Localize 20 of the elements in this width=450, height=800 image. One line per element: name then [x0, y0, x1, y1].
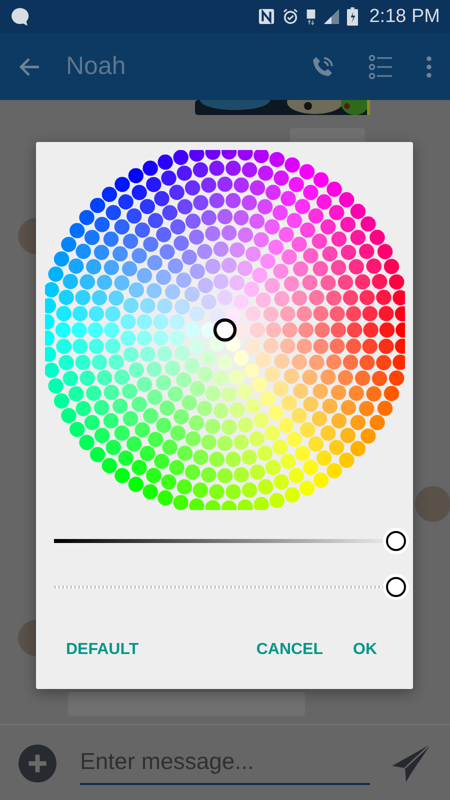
alarm-icon [282, 8, 300, 25]
dialog-button[interactable]: OK [345, 633, 385, 667]
nfc-icon [258, 8, 276, 25]
signal-icon [323, 8, 340, 25]
contact-name: Noah [66, 52, 127, 81]
lte-icon [306, 8, 316, 26]
list-icon[interactable] [368, 54, 394, 80]
chat-bubble-icon [10, 6, 30, 26]
color-selector[interactable] [212, 318, 236, 342]
send-icon[interactable] [392, 744, 432, 782]
battery-icon [347, 7, 358, 26]
slider-thumb[interactable] [386, 577, 406, 597]
avatar [415, 486, 450, 522]
color-wheel[interactable] [44, 150, 404, 510]
slider-thumb[interactable] [386, 531, 406, 551]
add-icon[interactable] [18, 744, 57, 782]
dialog-button[interactable]: CANCEL [248, 633, 331, 667]
dialog-button[interactable]: DEFAULT [58, 633, 147, 667]
more-options-icon[interactable] [426, 56, 432, 78]
clock-time: 2:18 PM [369, 6, 440, 28]
